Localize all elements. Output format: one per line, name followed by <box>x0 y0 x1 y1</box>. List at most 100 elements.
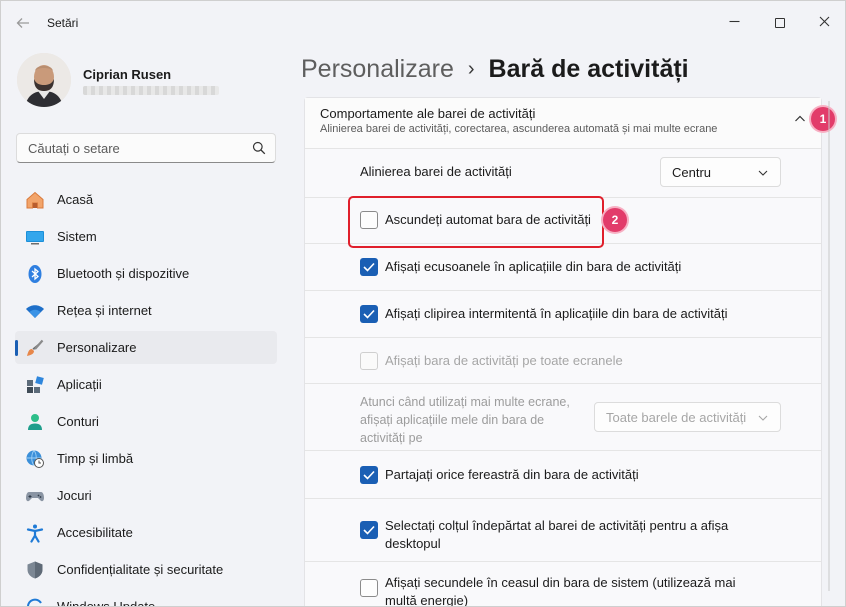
alignment-row: Alinierea barei de activități Centru <box>305 149 821 198</box>
title-bar: Setări <box>1 1 845 45</box>
sidebar-item-system[interactable]: Sistem <box>15 220 277 253</box>
multi-display-label: Atunci când utilizați mai multe ecrane, … <box>360 395 570 445</box>
bluetooth-icon <box>28 265 42 283</box>
close-button[interactable] <box>807 7 841 37</box>
section-title: Comportamente ale barei de activități <box>320 106 536 121</box>
far-corner-label: Selectați colțul îndepărtat al barei de … <box>385 518 729 551</box>
section-header[interactable]: Comportamente ale barei de activități Al… <box>305 98 821 149</box>
sidebar-item-label: Windows Update <box>57 599 156 607</box>
search-icon[interactable] <box>252 141 266 155</box>
user-name: Ciprian Rusen <box>83 67 172 82</box>
person-icon <box>28 414 42 430</box>
flashing-checkbox[interactable] <box>360 305 378 323</box>
alignment-value: Centru <box>672 165 712 180</box>
option-row: Afișați clipirea intermitentă în aplicaț… <box>305 291 821 338</box>
chevron-down-icon <box>758 170 768 176</box>
sidebar-item-label: Acasă <box>57 192 94 207</box>
chevron-up-icon[interactable] <box>794 113 806 125</box>
sidebar-item-privacy-security[interactable]: Confidențialitate și securitate <box>15 553 277 586</box>
apps-icon <box>27 376 44 393</box>
sidebar-item-network[interactable]: Rețea și internet <box>15 294 277 327</box>
sidebar-item-label: Accesibilitate <box>57 525 133 540</box>
accessibility-icon <box>26 524 44 543</box>
far-corner-checkbox[interactable] <box>360 521 378 539</box>
section-description: Alinierea barei de activități, corectare… <box>320 123 718 135</box>
sidebar-item-time-language[interactable]: Timp și limbă <box>15 442 277 475</box>
search-input[interactable]: Căutați o setare <box>16 133 276 163</box>
option-row: Partajați orice fereastră din bara de ac… <box>305 451 821 499</box>
share-window-label: Partajați orice fereastră din bara de ac… <box>385 467 639 482</box>
wifi-icon <box>26 305 44 318</box>
checkmark-icon <box>363 470 375 480</box>
sidebar-item-gaming[interactable]: Jocuri <box>15 479 277 512</box>
settings-window: Setări Ciprian Rusen Căutați o setare Ac… <box>0 0 846 607</box>
sidebar-item-accounts[interactable]: Conturi <box>15 405 277 438</box>
scrollbar[interactable] <box>827 101 831 591</box>
sidebar-item-label: Aplicații <box>57 377 102 392</box>
active-indicator <box>15 340 18 356</box>
brush-icon <box>27 339 44 356</box>
close-icon <box>819 16 829 27</box>
minimize-icon <box>729 20 739 23</box>
sidebar-item-label: Rețea și internet <box>57 303 152 318</box>
alignment-label: Alinierea barei de activități <box>360 164 512 179</box>
sidebar-item-personalization[interactable]: Personalizare <box>15 331 277 364</box>
sidebar-item-label: Confidențialitate și securitate <box>57 562 224 577</box>
page-title: Bară de activități <box>488 55 689 83</box>
all-displays-checkbox[interactable] <box>360 352 378 370</box>
multi-display-dropdown[interactable]: Toate barele de activități <box>594 402 781 432</box>
taskbar-behaviors-panel: Comportamente ale barei de activități Al… <box>304 97 822 607</box>
annotation-badge-2: 2 <box>603 208 627 232</box>
arrow-left-icon <box>16 18 29 28</box>
badges-checkbox[interactable] <box>360 258 378 276</box>
option-row: Selectați colțul îndepărtat al barei de … <box>305 499 821 562</box>
sidebar-item-label: Conturi <box>57 414 99 429</box>
maximize-icon <box>775 18 785 29</box>
multi-display-row: Atunci când utilizați mai multe ecrane, … <box>305 384 821 451</box>
seconds-checkbox[interactable] <box>360 579 378 597</box>
option-row: Afișați secundele în ceasul din bara de … <box>305 562 821 607</box>
badges-label: Afișați ecusoanele în aplicațiile din ba… <box>385 259 682 274</box>
seconds-label: Afișați secundele în ceasul din bara de … <box>385 575 736 607</box>
monitor-icon <box>26 231 44 245</box>
profile-photo-icon <box>17 53 71 107</box>
sidebar-item-accessibility[interactable]: Accesibilitate <box>15 516 277 549</box>
option-row: Afișați bara de activități pe toate ecra… <box>305 338 821 384</box>
back-button[interactable] <box>13 13 33 33</box>
sidebar-item-label: Personalizare <box>57 340 137 355</box>
annotation-badge-1: 1 <box>811 107 835 131</box>
annotation-highlight <box>348 196 604 248</box>
home-icon <box>26 191 44 209</box>
user-email-redacted <box>83 86 219 95</box>
alignment-dropdown[interactable]: Centru <box>660 157 781 187</box>
sidebar-item-bluetooth[interactable]: Bluetooth și dispozitive <box>15 257 277 290</box>
update-icon <box>27 598 42 606</box>
minimize-button[interactable] <box>717 7 751 37</box>
avatar[interactable] <box>17 53 71 107</box>
globe-clock-icon <box>26 450 44 468</box>
sidebar-item-home[interactable]: Acasă <box>15 183 277 216</box>
sidebar-item-label: Sistem <box>57 229 97 244</box>
sidebar-item-apps[interactable]: Aplicații <box>15 368 277 401</box>
chevron-down-icon <box>758 415 768 421</box>
option-row: Afișați ecusoanele în aplicațiile din ba… <box>305 244 821 291</box>
search-placeholder: Căutați o setare <box>28 141 120 156</box>
maximize-button[interactable] <box>763 7 797 37</box>
multi-display-value: Toate barele de activități <box>606 410 747 425</box>
checkmark-icon <box>363 525 375 535</box>
all-displays-label: Afișați bara de activități pe toate ecra… <box>385 353 623 368</box>
app-title: Setări <box>47 16 79 30</box>
checkmark-icon <box>363 262 375 272</box>
sidebar-item-windows-update[interactable]: Windows Update <box>15 590 277 607</box>
shield-icon <box>27 561 43 579</box>
sidebar-item-label: Bluetooth și dispozitive <box>57 266 190 281</box>
checkmark-icon <box>363 309 375 319</box>
breadcrumb-separator: › <box>467 58 475 80</box>
sidebar-item-label: Jocuri <box>57 488 92 503</box>
flashing-label: Afișați clipirea intermitentă în aplicaț… <box>385 306 728 321</box>
share-window-checkbox[interactable] <box>360 466 378 484</box>
breadcrumb-parent[interactable]: Personalizare <box>301 55 454 83</box>
breadcrumb: Personalizare › Bară de activități <box>301 55 689 84</box>
sidebar-item-label: Timp și limbă <box>57 451 134 466</box>
sidebar-nav: Acasă Sistem Bluetooth și dispozitive Re… <box>15 183 277 607</box>
